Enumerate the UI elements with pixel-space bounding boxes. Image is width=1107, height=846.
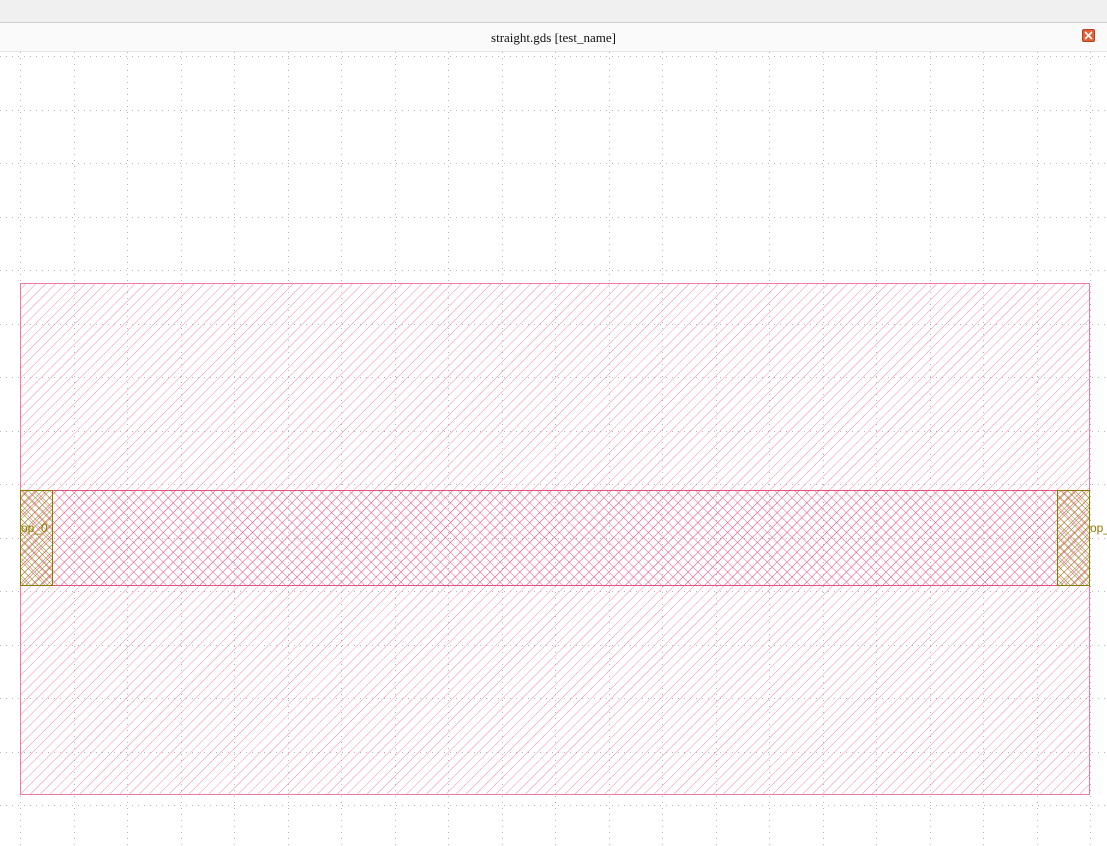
close-icon — [1084, 31, 1093, 40]
layout-tab-title-bar: straight.gds [test_name] — [0, 23, 1107, 52]
top-toolbar-strip — [0, 0, 1107, 23]
port-left[interactable] — [20, 490, 53, 586]
port-label-right: op_ — [1090, 521, 1107, 535]
waveguide-core[interactable] — [20, 490, 1090, 586]
close-button[interactable] — [1082, 29, 1095, 42]
window-title: straight.gds [test_name] — [491, 30, 616, 45]
port-right[interactable] — [1057, 490, 1090, 586]
layout-canvas[interactable]: op_0 op_ — [0, 52, 1107, 846]
port-label-left: op_0 — [21, 521, 48, 535]
